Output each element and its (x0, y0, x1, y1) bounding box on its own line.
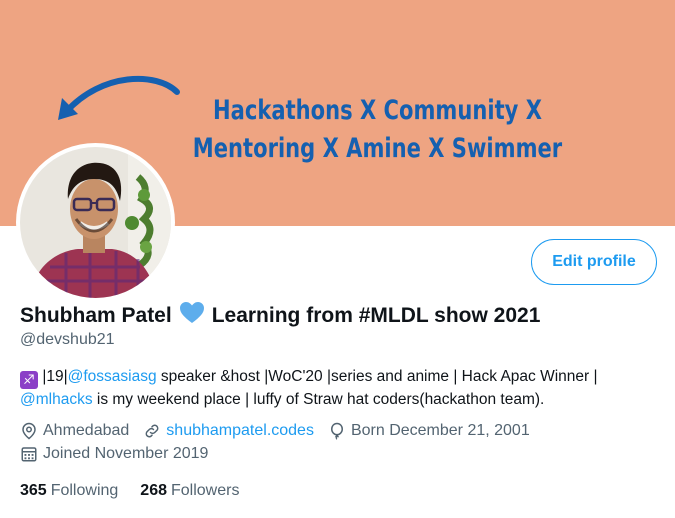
sagittarius-icon: ♐ (20, 371, 38, 389)
joined-item: Joined November 2019 (20, 445, 208, 463)
follow-stats: 365 Following 268 Followers (20, 482, 261, 500)
profile-name: Shubham Patel (20, 303, 172, 327)
curved-arrow-icon (58, 75, 180, 120)
mention-mlhacks-link[interactable]: @mlhacks (20, 391, 93, 408)
birthday-text: Born December 21, 2001 (350, 422, 530, 439)
profile-meta-row: Ahmedabad shubhampatel.codes Born Decemb… (20, 422, 544, 440)
mention-fossasiasg-link[interactable]: @fossasiasg (68, 368, 157, 385)
followers-label: Followers (171, 482, 240, 499)
location-text: Ahmedabad (43, 422, 130, 439)
followers-count: 268 (140, 482, 167, 499)
following-count: 365 (20, 482, 47, 499)
edit-profile-button[interactable]: Edit profile (531, 239, 657, 285)
profile-name-row: Shubham Patel Learning from #MLDL show 2… (20, 302, 540, 329)
avatar[interactable] (16, 143, 175, 302)
calendar-icon (21, 447, 37, 462)
banner-text: Hackathons X Community X Mentoring X Ami… (192, 95, 563, 164)
joined-row: Joined November 2019 (20, 445, 222, 463)
balloon-icon (330, 422, 343, 440)
link-icon (145, 424, 159, 438)
location-pin-icon (22, 422, 36, 440)
website-link[interactable]: shubhampatel.codes (166, 422, 314, 440)
website-item[interactable]: shubhampatel.codes (143, 422, 314, 440)
profile-handle: @devshub21 (20, 331, 115, 348)
following-link[interactable]: 365 Following (20, 482, 118, 500)
bio-text-3: is my weekend place | luffy of Straw hat… (92, 391, 545, 408)
avatar-photo (20, 147, 171, 298)
birthday-item: Born December 21, 2001 (328, 422, 530, 440)
bio-text-1: |19| (42, 368, 68, 385)
following-label: Following (50, 482, 119, 499)
profile-name-suffix: Learning from #MLDL show 2021 (211, 303, 541, 327)
followers-link[interactable]: 268 Followers (140, 482, 239, 500)
blue-heart-icon (179, 302, 204, 329)
location-item: Ahmedabad (20, 422, 129, 440)
profile-bio: ♐ |19|@fossasiasg speaker &host |WoC'20 … (20, 366, 650, 411)
bio-text-2: speaker &host |WoC'20 |series and anime … (156, 368, 598, 385)
joined-text: Joined November 2019 (43, 445, 209, 462)
